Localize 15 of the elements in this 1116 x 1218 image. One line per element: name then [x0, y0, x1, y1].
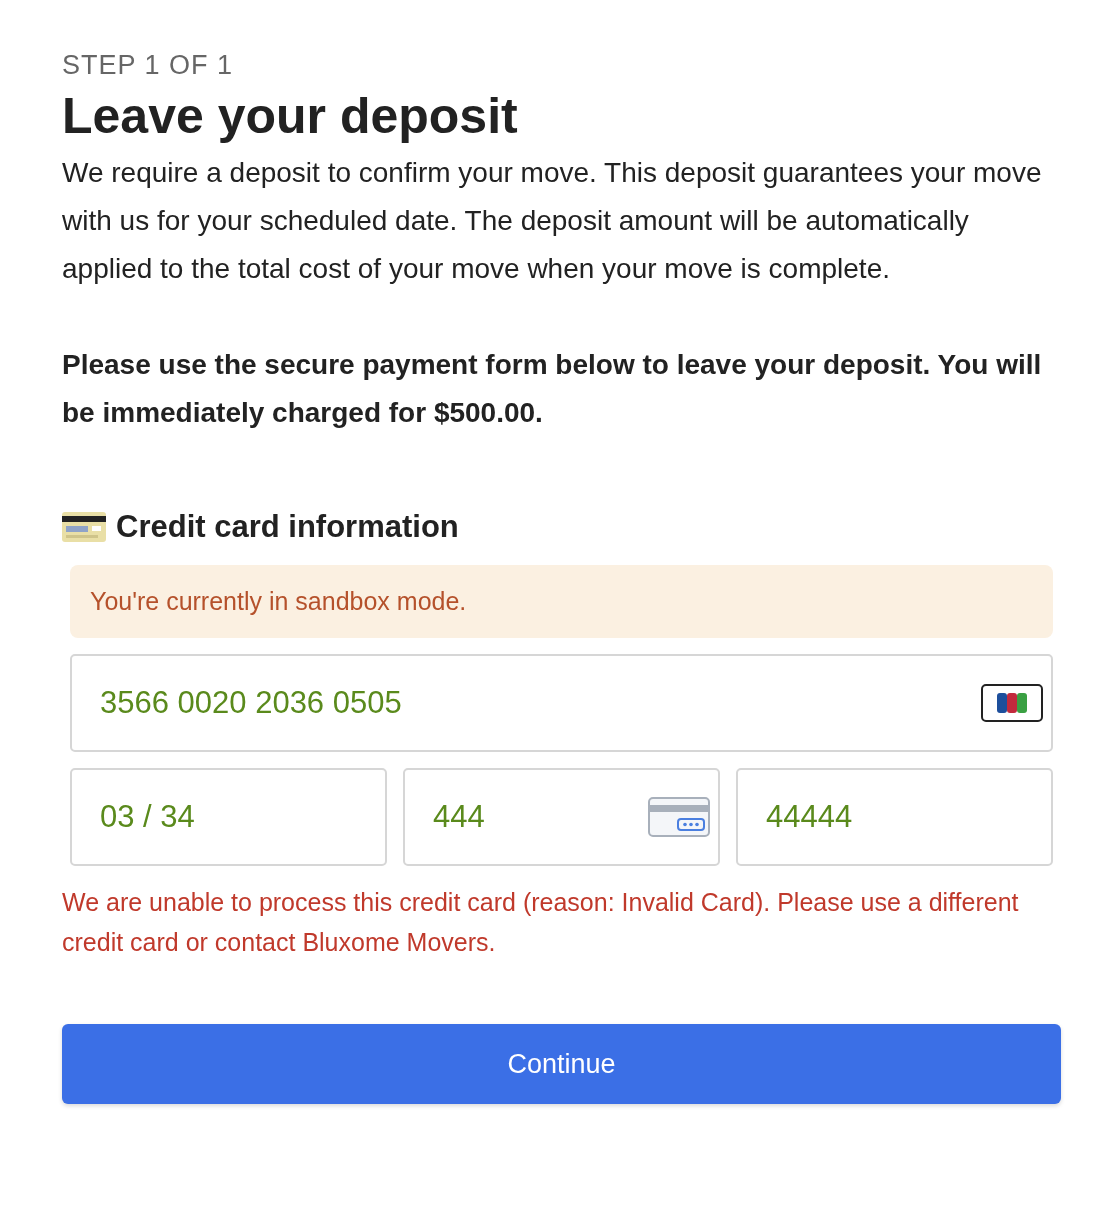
sandbox-banner: You're currently in sandbox mode.	[70, 565, 1053, 638]
credit-card-icon	[62, 512, 106, 542]
payment-notice: Please use the secure payment form below to leave your deposit. You will be immediately charged for $500.00.	[62, 348, 1043, 430]
error-message: We are unable to process this credit card (reason: Invalid Card). Please use a different credit card or contact Bluxome Movers.	[62, 887, 1020, 958]
intro-paragraph: We require a deposit to confirm your move. This deposit guarantees your move with us for your scheduled date. The deposit amount will be automatically applied to the total cost of your move when your move is complete.	[62, 156, 1043, 286]
page-title: Leave your deposit	[62, 87, 519, 145]
cvc-field[interactable]: 444	[403, 768, 720, 866]
card-back-icon	[648, 797, 710, 837]
card-number-field[interactable]: 3566 0020 2036 0505	[70, 654, 1053, 752]
section-heading: Credit card information	[116, 509, 459, 545]
continue-button[interactable]: Continue	[62, 1024, 1061, 1104]
card-brand-icon	[981, 684, 1043, 722]
step-indicator: STEP 1 OF 1	[62, 50, 235, 81]
expiry-field[interactable]: 03 / 34	[70, 768, 387, 866]
postal-code-field[interactable]: 44444	[736, 768, 1053, 866]
